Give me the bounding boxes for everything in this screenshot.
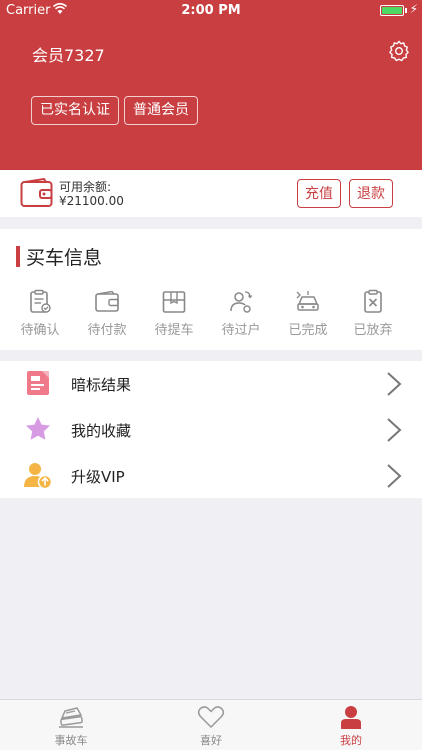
gear-icon[interactable] <box>388 40 410 62</box>
status-label: 待过户 <box>221 323 261 338</box>
tab-label: 喜好 <box>200 734 222 747</box>
car-crash-icon <box>59 707 83 728</box>
user-upgrade-icon <box>24 463 53 490</box>
star-icon <box>26 417 50 440</box>
status-abandoned[interactable]: 已放弃 <box>343 289 403 338</box>
heart-icon <box>197 706 225 729</box>
status-bar: Carrier 2:00 PM ⚡ <box>0 0 422 22</box>
member-name: 会员7327 <box>32 46 105 65</box>
balance-bar: 可用余额: ¥21100.00 充值 退款 <box>0 170 422 217</box>
refund-button[interactable]: 退款 <box>349 179 393 208</box>
status-label: 待确认 <box>20 323 60 338</box>
wallet-icon <box>20 178 53 207</box>
status-completed[interactable]: 已完成 <box>278 289 338 338</box>
document-icon <box>27 371 49 395</box>
battery-icon <box>380 5 404 16</box>
users-transfer-icon <box>230 291 253 313</box>
membership-badge[interactable]: 普通会员 <box>124 96 198 125</box>
status-pending-confirm[interactable]: 待确认 <box>10 289 70 338</box>
profile-header: Carrier 2:00 PM ⚡ 会员7327 已实名认证 普通会员 <box>0 0 422 170</box>
status-label: 已放弃 <box>353 323 393 338</box>
menu-label: 我的收藏 <box>71 422 132 440</box>
box-icon <box>162 291 186 313</box>
chevron-right-icon <box>387 418 402 442</box>
chevron-right-icon <box>387 464 402 488</box>
tab-label: 我的 <box>340 734 362 747</box>
clipboard-check-icon <box>30 289 51 313</box>
tab-favorites[interactable]: 喜好 <box>171 704 251 748</box>
menu-item-upgrade-vip[interactable]: 升级VIP <box>0 453 422 499</box>
menu-item-bid-results[interactable]: 暗标结果 <box>0 361 422 407</box>
clipboard-x-icon <box>364 289 382 313</box>
car-done-icon <box>296 291 319 311</box>
status-pending-transfer[interactable]: 待过户 <box>211 289 271 338</box>
status-label: 已完成 <box>288 323 328 338</box>
clock: 2:00 PM <box>181 3 241 18</box>
status-label: 待付款 <box>87 323 127 338</box>
status-label: 待提车 <box>154 323 194 338</box>
menu-label: 暗标结果 <box>71 376 132 394</box>
status-pending-payment[interactable]: 待付款 <box>77 289 137 338</box>
tab-bar: 事故车 喜好 我的 <box>0 699 422 750</box>
section-accent-bar <box>16 246 20 267</box>
tab-mine[interactable]: 我的 <box>311 704 391 748</box>
menu-label: 升级VIP <box>71 468 125 486</box>
menu-item-favorites[interactable]: 我的收藏 <box>0 407 422 453</box>
status-pending-pickup[interactable]: 待提车 <box>144 289 204 338</box>
verified-badge[interactable]: 已实名认证 <box>31 96 119 125</box>
recharge-button[interactable]: 充值 <box>297 179 341 208</box>
balance-amount: ¥21100.00 <box>59 194 124 208</box>
tab-accident-cars[interactable]: 事故车 <box>31 704 111 748</box>
menu-list: 暗标结果 我的收藏 升级VIP <box>0 361 422 498</box>
person-icon <box>341 706 361 729</box>
chevron-right-icon <box>387 372 402 396</box>
tab-label: 事故车 <box>54 734 88 747</box>
charging-icon: ⚡ <box>409 2 418 16</box>
wallet-outline-icon <box>95 290 119 312</box>
buy-info-title: 买车信息 <box>26 247 103 269</box>
balance-label: 可用余额: <box>59 180 112 194</box>
buy-info-section: 买车信息 待确认 待付款 待提车 待过户 已完成 已放弃 <box>0 229 422 350</box>
